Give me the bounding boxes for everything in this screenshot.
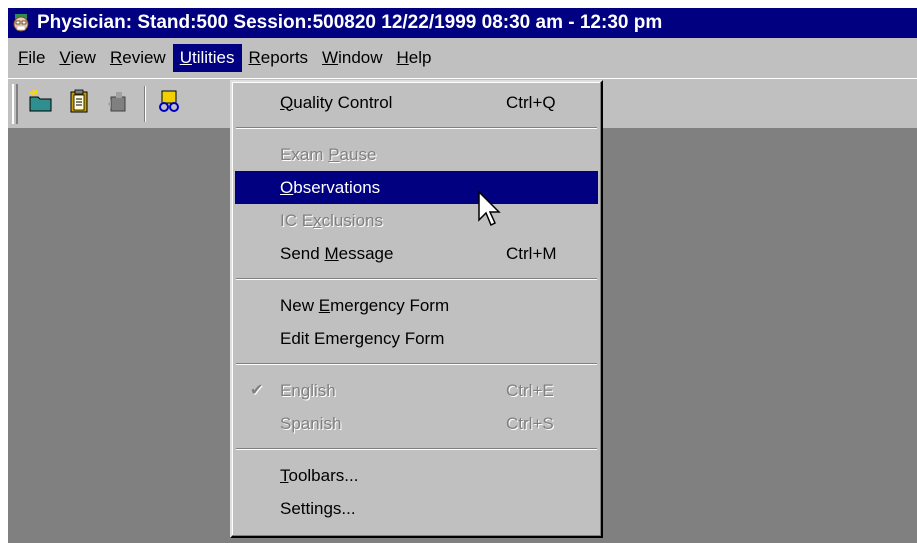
menu-item-quality-control[interactable]: Quality Control Ctrl+Q: [235, 86, 598, 119]
title-bar[interactable]: Physician: Stand:500 Session:500820 12/2…: [8, 8, 917, 38]
menu-bar: File View Review Utilities Reports Windo…: [8, 38, 917, 78]
clipboard-icon: [66, 88, 92, 119]
toolbar-grip[interactable]: [12, 83, 18, 124]
menu-item-edit-emergency-form[interactable]: Edit Emergency Form: [235, 322, 598, 355]
group-icon: [156, 88, 182, 119]
menu-item-ic-exclusions[interactable]: IC Exclusions: [235, 204, 598, 237]
settings-label: Settings...: [280, 498, 356, 518]
menu-item-new-emergency-form[interactable]: New Emergency Form: [235, 289, 598, 322]
new-folder-icon: [28, 88, 54, 119]
menu-item-observations[interactable]: Observations: [235, 171, 598, 204]
menu-separator: [236, 127, 597, 129]
menu-item-english[interactable]: ✔ English Ctrl+E: [235, 374, 598, 407]
observations-label: Observations: [280, 177, 381, 197]
menu-review-label: Review: [109, 47, 166, 67]
mouse-pointer-icon: [477, 190, 503, 230]
group-button[interactable]: [152, 87, 186, 121]
exit-button[interactable]: [100, 87, 134, 121]
menu-separator: [236, 278, 597, 280]
menu-utilities[interactable]: Utilities: [172, 44, 242, 72]
exit-icon: [104, 88, 130, 119]
menu-item-send-message[interactable]: Send Message Ctrl+M: [235, 237, 598, 270]
english-shortcut: Ctrl+E: [506, 380, 554, 400]
menu-review[interactable]: Review: [103, 44, 173, 72]
new-folder-button[interactable]: [24, 87, 58, 121]
ic-exclusions-label: IC Exclusions: [280, 210, 383, 230]
window-title: Physician: Stand:500 Session:500820 12/2…: [37, 12, 663, 33]
spanish-label: Spanish: [280, 413, 342, 433]
edit-emergency-form-label: Edit Emergency Form: [280, 328, 445, 348]
toolbars-label: Toolbars...: [280, 465, 359, 485]
menu-view-label: View: [59, 47, 96, 67]
menu-item-exam-pause[interactable]: Exam Pause: [235, 138, 598, 171]
menu-file[interactable]: File: [8, 44, 52, 72]
toolbar-separator: [144, 85, 146, 122]
utilities-menu: Quality Control Ctrl+Q Exam Pause Observ…: [230, 80, 603, 538]
menu-help[interactable]: Help: [390, 44, 439, 72]
menu-reports[interactable]: Reports: [242, 44, 316, 72]
send-message-shortcut: Ctrl+M: [506, 243, 557, 263]
menu-item-toolbars[interactable]: Toolbars...: [235, 459, 598, 492]
menu-window[interactable]: Window: [315, 44, 389, 72]
menu-file-label: File: [18, 47, 46, 67]
menu-separator: [236, 448, 597, 450]
menu-item-settings[interactable]: Settings...: [235, 492, 598, 525]
menu-help-label: Help: [396, 47, 432, 67]
menu-item-spanish[interactable]: Spanish Ctrl+S: [235, 407, 598, 440]
menu-window-label: Window: [322, 47, 383, 67]
quality-control-label: Quality Control: [280, 92, 393, 112]
clipboard-button[interactable]: [62, 87, 96, 121]
menu-view[interactable]: View: [52, 44, 103, 72]
spanish-shortcut: Ctrl+S: [506, 413, 554, 433]
send-message-label: Send Message: [280, 243, 394, 263]
menu-utilities-label: Utilities: [179, 47, 235, 67]
menu-reports-label: Reports: [248, 47, 309, 67]
checkmark-icon: ✔: [250, 382, 264, 399]
menu-separator: [236, 363, 597, 365]
physician-face-icon[interactable]: [11, 13, 31, 33]
new-emergency-form-label: New Emergency Form: [280, 295, 450, 315]
exam-pause-label: Exam Pause: [280, 144, 377, 164]
english-label: English: [280, 380, 336, 400]
quality-control-shortcut: Ctrl+Q: [506, 92, 556, 112]
